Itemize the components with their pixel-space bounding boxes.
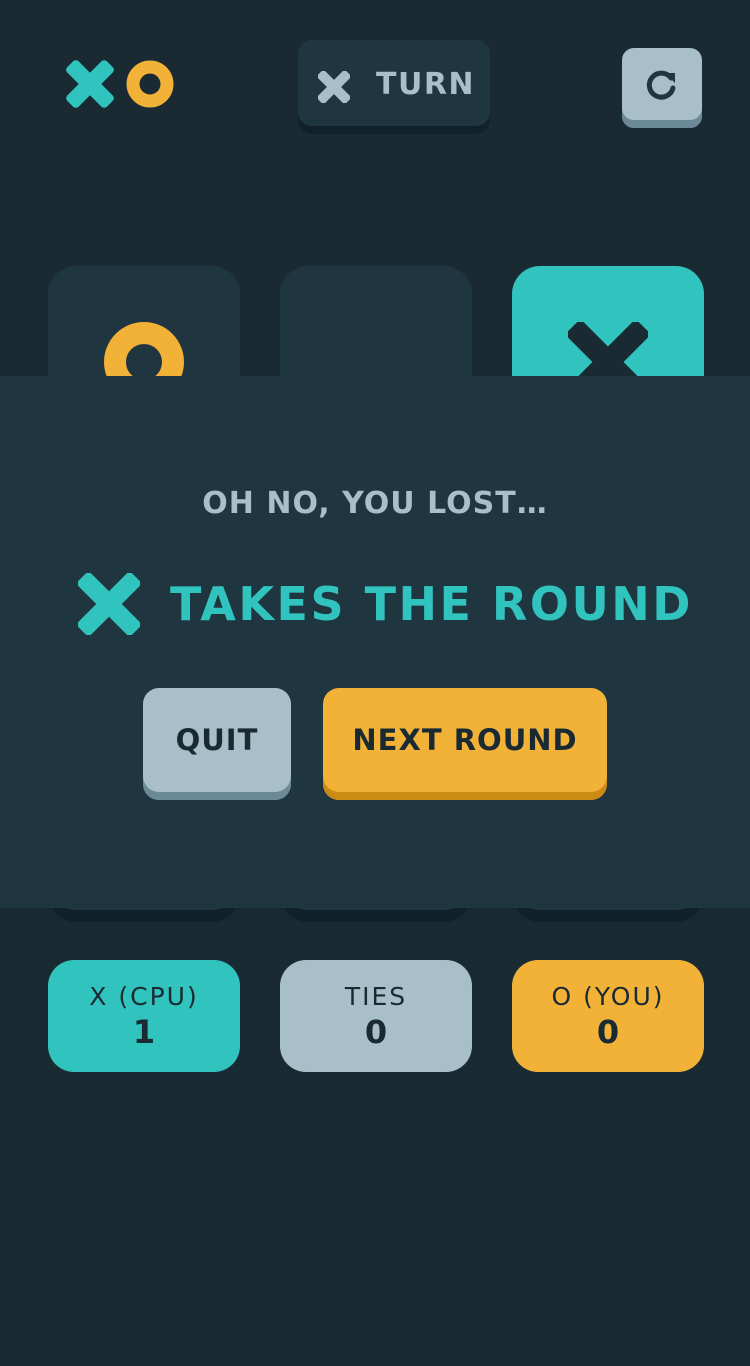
modal-subtitle: OH NO, YOU LOST… [202, 486, 548, 521]
modal-title: TAKES THE ROUND [170, 577, 693, 631]
score-value: 0 [364, 1012, 388, 1051]
score-x-cpu: X (CPU) 1 [48, 960, 240, 1072]
x-icon [318, 71, 350, 103]
score-label: O (YOU) [551, 981, 665, 1011]
score-ties: TIES 0 [280, 960, 472, 1072]
turn-label: TURN [376, 66, 476, 102]
next-round-button[interactable]: NEXT ROUND [323, 688, 607, 800]
turn-indicator: TURN [298, 40, 490, 134]
result-modal [0, 376, 750, 908]
score-value: 0 [596, 1012, 620, 1051]
score-label: TIES [344, 981, 408, 1011]
restart-button[interactable] [622, 48, 702, 128]
restart-icon [646, 70, 676, 100]
game-screen: TURN X (CPU) 1 TIES 0 O (YOU) 0 OH NO, Y… [0, 0, 750, 1366]
score-label: X (CPU) [89, 981, 199, 1011]
quit-button[interactable]: QUIT [143, 688, 291, 800]
score-value: 1 [132, 1012, 156, 1051]
modal-headline: TAKES THE ROUND [78, 572, 693, 636]
score-o-you: O (YOU) 0 [512, 960, 704, 1072]
logo-icon [66, 60, 174, 108]
x-icon [78, 573, 140, 635]
